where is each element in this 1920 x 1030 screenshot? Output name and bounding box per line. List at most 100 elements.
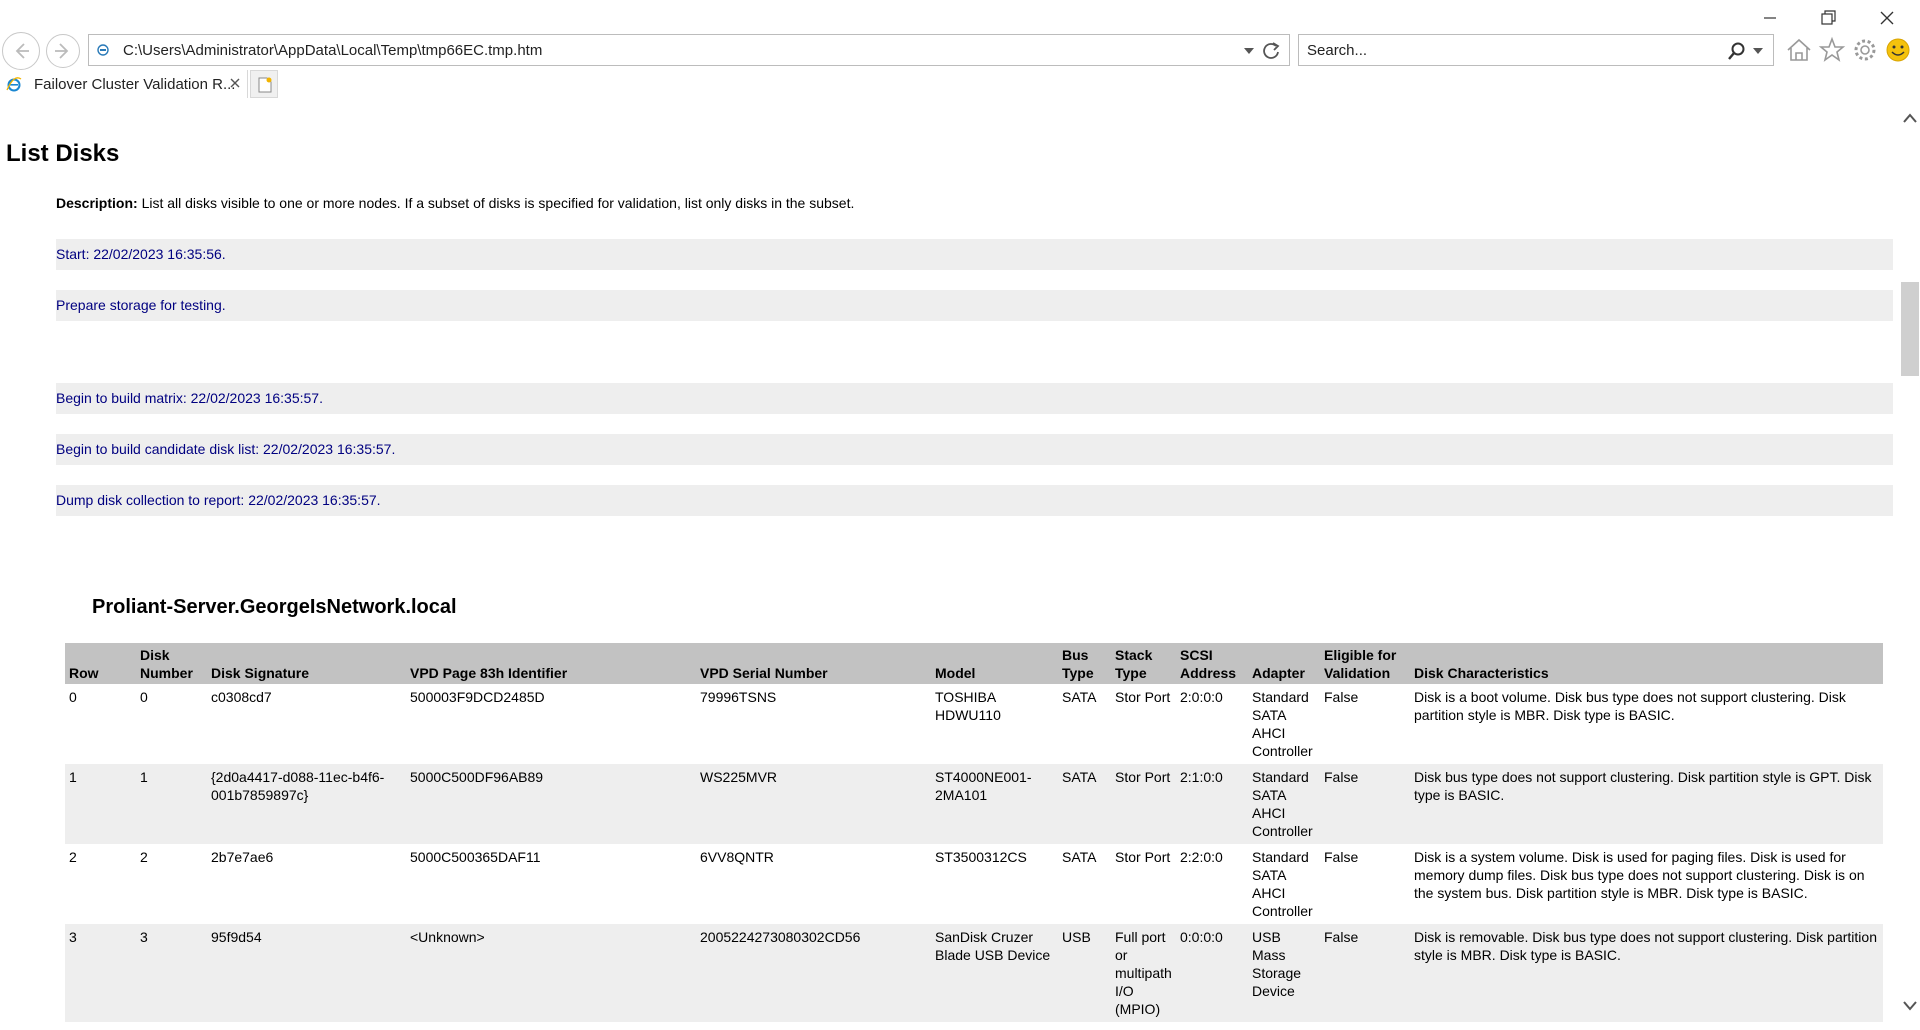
description-label: Description: — [56, 195, 138, 211]
table-cell: <Unknown> — [406, 924, 696, 1022]
table-cell: Standard SATA AHCI Controller — [1248, 764, 1320, 844]
column-header: Disk Signature — [207, 643, 406, 684]
table-cell: Disk is a boot volume. Disk bus type doe… — [1410, 684, 1883, 764]
table-cell: 5000C500DF96AB89 — [406, 764, 696, 844]
scroll-up-icon[interactable] — [1902, 112, 1918, 124]
table-cell: SATA — [1058, 844, 1111, 924]
table-cell: Disk bus type does not support clusterin… — [1410, 764, 1883, 844]
table-cell: 2:1:0:0 — [1176, 764, 1248, 844]
table-cell: 0 — [65, 684, 136, 764]
table-cell: 2005224273080302CD56 — [696, 924, 931, 1022]
tab-title: Failover Cluster Validation R... — [34, 76, 236, 93]
table-cell: 6VV8QNTR — [696, 844, 931, 924]
table-cell: SanDisk Cruzer Blade USB Device — [931, 924, 1058, 1022]
log-entry: Begin to build matrix: 22/02/2023 16:35:… — [56, 383, 1893, 414]
address-dropdown-icon[interactable] — [1244, 47, 1254, 55]
log-entry: Begin to build candidate disk list: 22/0… — [56, 434, 1893, 465]
table-cell: 1 — [65, 764, 136, 844]
description-text: List all disks visible to one or more no… — [137, 195, 855, 211]
table-cell: USB — [1058, 924, 1111, 1022]
log-entry: Start: 22/02/2023 16:35:56. — [56, 239, 1893, 270]
new-tab-button[interactable] — [250, 70, 278, 98]
table-cell: 3 — [136, 924, 207, 1022]
table-cell: False — [1320, 764, 1410, 844]
disks-table: Row Disk Number Disk Signature VPD Page … — [65, 643, 1883, 1022]
refresh-icon[interactable] — [1261, 41, 1281, 61]
table-cell: 2 — [136, 844, 207, 924]
page-title: List Disks — [6, 140, 120, 167]
gear-icon[interactable] — [1851, 36, 1879, 64]
table-cell: USB Mass Storage Device — [1248, 924, 1320, 1022]
column-header: Adapter — [1248, 643, 1320, 684]
log-entry: Dump disk collection to report: 22/02/20… — [56, 485, 1893, 516]
table-cell: 2b7e7ae6 — [207, 844, 406, 924]
table-cell: 2:2:0:0 — [1176, 844, 1248, 924]
table-cell: False — [1320, 924, 1410, 1022]
table-cell: 5000C500365DAF11 — [406, 844, 696, 924]
back-button[interactable] — [2, 32, 40, 70]
ie-icon — [6, 77, 22, 92]
table-cell: Stor Port — [1111, 684, 1176, 764]
table-cell: 95f9d54 — [207, 924, 406, 1022]
page-icon — [97, 44, 109, 56]
table-cell: SATA — [1058, 684, 1111, 764]
table-cell: 500003F9DCD2485D — [406, 684, 696, 764]
table-cell: 79996TSNS — [696, 684, 931, 764]
search-dropdown-icon[interactable] — [1753, 47, 1763, 55]
node-heading: Proliant-Server.GeorgeIsNetwork.local — [92, 596, 457, 618]
close-tab-icon[interactable] — [228, 76, 242, 90]
table-cell: 3 — [65, 924, 136, 1022]
table-cell: Standard SATA AHCI Controller — [1248, 844, 1320, 924]
browser-chrome: C:\Users\Administrator\AppData\Local\Tem… — [0, 0, 1920, 98]
column-header: VPD Serial Number — [696, 643, 931, 684]
column-header: Disk Number — [136, 643, 207, 684]
table-cell: Stor Port — [1111, 844, 1176, 924]
column-header: Model — [931, 643, 1058, 684]
column-header: Eligible for Validation — [1320, 643, 1410, 684]
table-cell: Full port or multipath I/O (MPIO) — [1111, 924, 1176, 1022]
vertical-scrollbar[interactable] — [1900, 98, 1920, 1030]
table-row: 2 2 2b7e7ae6 5000C500365DAF11 6VV8QNTR S… — [65, 844, 1883, 924]
table-cell: Disk is removable. Disk bus type does no… — [1410, 924, 1883, 1022]
back-icon — [15, 43, 29, 59]
scroll-down-icon[interactable] — [1902, 1000, 1918, 1012]
table-cell: Standard SATA AHCI Controller — [1248, 684, 1320, 764]
description: Description: List all disks visible to o… — [56, 195, 854, 211]
table-cell: 0:0:0:0 — [1176, 924, 1248, 1022]
address-url[interactable]: C:\Users\Administrator\AppData\Local\Tem… — [123, 42, 542, 59]
browser-tab[interactable]: Failover Cluster Validation R... — [0, 70, 248, 98]
address-bar[interactable]: C:\Users\Administrator\AppData\Local\Tem… — [88, 34, 1290, 66]
table-header-row: Row Disk Number Disk Signature VPD Page … — [65, 643, 1883, 684]
table-cell: 2:0:0:0 — [1176, 684, 1248, 764]
table-cell: ST3500312CS — [931, 844, 1058, 924]
favorites-star-icon[interactable] — [1818, 36, 1846, 64]
table-cell: Stor Port — [1111, 764, 1176, 844]
table-row: 0 0 c0308cd7 500003F9DCD2485D 79996TSNS … — [65, 684, 1883, 764]
table-cell: Disk is a system volume. Disk is used fo… — [1410, 844, 1883, 924]
column-header: VPD Page 83h Identifier — [406, 643, 696, 684]
search-placeholder[interactable]: Search... — [1307, 42, 1367, 59]
restore-icon[interactable] — [1816, 8, 1840, 28]
smiley-icon[interactable] — [1884, 36, 1912, 64]
forward-button[interactable] — [46, 34, 80, 68]
column-header: Disk Characteristics — [1410, 643, 1883, 684]
report-page: List Disks Description: List all disks v… — [0, 98, 1900, 1030]
forward-icon — [55, 43, 69, 59]
column-header: SCSI Address — [1176, 643, 1248, 684]
close-window-icon[interactable] — [1875, 8, 1899, 28]
search-box[interactable]: Search... — [1298, 34, 1774, 66]
log-entry: Prepare storage for testing. — [56, 290, 1893, 321]
scroll-thumb[interactable] — [1901, 282, 1919, 376]
minimize-icon[interactable] — [1758, 8, 1782, 28]
column-header: Bus Type — [1058, 643, 1111, 684]
search-icon[interactable] — [1727, 41, 1747, 61]
table-cell: False — [1320, 844, 1410, 924]
table-cell: c0308cd7 — [207, 684, 406, 764]
column-header: Stack Type — [1111, 643, 1176, 684]
table-cell: 0 — [136, 684, 207, 764]
home-icon[interactable] — [1785, 36, 1813, 64]
table-cell: 1 — [136, 764, 207, 844]
column-header: Row — [65, 643, 136, 684]
table-cell: False — [1320, 684, 1410, 764]
table-cell: {2d0a4417-d088-11ec-b4f6-001b7859897c} — [207, 764, 406, 844]
